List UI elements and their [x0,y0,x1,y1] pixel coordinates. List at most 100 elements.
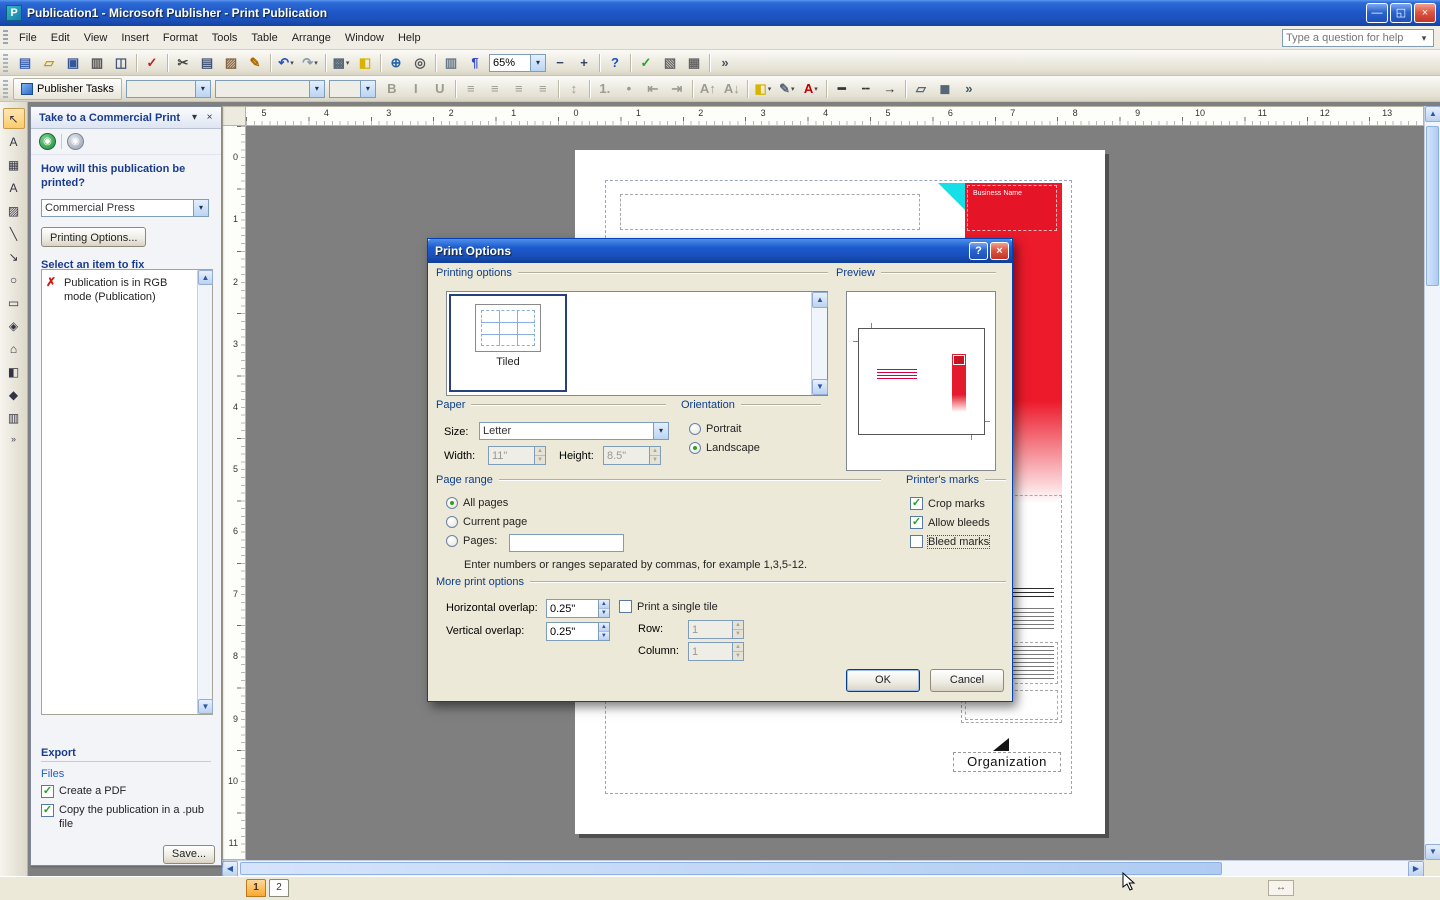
zoom-dropdown-icon[interactable]: ▾ [531,54,546,72]
unchecked-checkbox-icon[interactable]: ✓ [619,600,632,613]
close-button[interactable]: × [1414,3,1436,23]
toolbar-grip[interactable] [3,54,8,72]
menu-view[interactable]: View [77,29,115,47]
task-pane-title-bar[interactable]: Take to a Commercial Print ▾ × [31,107,221,129]
align-right-icon[interactable]: ≡ [508,79,530,99]
pages-input[interactable] [509,534,624,552]
radio-icon[interactable] [446,516,458,528]
shadow-style-icon[interactable]: ▱ [910,79,932,99]
pages-field[interactable] [509,534,624,552]
dash-style-icon[interactable]: ╌ [855,79,877,99]
list-scrollbar[interactable]: ▲ ▼ [811,292,827,395]
scroll-down-icon[interactable]: ▼ [812,379,828,395]
chevron-down-icon[interactable]: ▾ [290,59,294,67]
chevron-down-icon[interactable]: ▾ [361,80,376,98]
autoshapes-tool[interactable]: ◈ [3,315,25,336]
help-icon[interactable]: ? [604,53,626,73]
line-spacing-icon[interactable]: ↕ [563,79,585,99]
save-button[interactable]: Save... [163,845,215,864]
dialog-help-icon[interactable]: ? [969,242,988,260]
scroll-down-icon[interactable]: ▼ [1425,844,1440,860]
scroll-up-icon[interactable]: ▲ [1425,106,1440,122]
menu-arrange[interactable]: Arrange [285,29,338,47]
radio-selected-icon[interactable] [689,442,701,454]
paste-icon[interactable]: ▨ [220,53,242,73]
allow-bleeds-checkbox[interactable]: ✓ Allow bleeds [910,516,990,529]
undo-icon[interactable]: ↶▾ [275,53,297,73]
zoom-input[interactable] [489,54,531,72]
rectangle-tool[interactable]: ▭ [3,292,25,313]
v-overlap-field[interactable]: ▲▼ [546,622,610,641]
h-overlap-field[interactable]: ▲▼ [546,599,610,618]
print-icon[interactable]: ▥ [86,53,108,73]
chevron-down-icon[interactable]: ▾ [768,85,772,93]
scroll-down-icon[interactable]: ▼ [198,699,213,714]
horizontal-scrollbar[interactable]: ◀ ▶ [222,860,1424,876]
increase-font-size-icon[interactable]: A↑ [697,79,719,99]
vertical-scrollbar[interactable]: ▲ ▼ [1424,106,1440,860]
zoom-out-icon[interactable]: − [549,53,571,73]
task-pane-close-icon[interactable]: × [202,112,217,123]
toolbar-grip[interactable] [3,80,8,98]
chevron-down-icon[interactable]: ▾ [791,85,795,93]
chevron-down-icon[interactable]: ▾ [814,85,818,93]
organization-name-box[interactable]: Organization [953,752,1061,772]
align-left-icon[interactable]: ≡ [460,79,482,99]
page-tab-1[interactable]: 1 [246,879,266,897]
scroll-right-icon[interactable]: ▶ [1408,861,1424,877]
zoom-in-icon[interactable]: + [573,53,595,73]
font-color-icon[interactable]: A▾ [800,79,822,99]
oval-tool[interactable]: ○ [3,269,25,290]
menu-table[interactable]: Table [244,29,284,47]
graphics-manager-icon[interactable]: ▧ [659,53,681,73]
text-box-tool[interactable]: A [3,131,25,152]
back-button[interactable]: ◉ [39,133,56,150]
redo-icon[interactable]: ↷▾ [299,53,321,73]
printing-options-button[interactable]: Printing Options... [41,227,146,247]
scroll-left-icon[interactable]: ◀ [222,861,238,877]
help-search-input[interactable] [1283,31,1417,45]
columns-icon[interactable]: ▥ [440,53,462,73]
new-document-icon[interactable]: ▤ [14,53,36,73]
open-icon[interactable]: ▱ [38,53,60,73]
line-tool[interactable]: ╲ [3,223,25,244]
pack-and-go-icon[interactable]: ▦ [683,53,705,73]
menu-help[interactable]: Help [391,29,428,47]
single-tile-checkbox[interactable]: ✓ Print a single tile [619,600,718,613]
fill-color-icon[interactable]: ◧ [354,53,376,73]
crop-marks-checkbox[interactable]: ✓ Crop marks [910,497,985,510]
content-library-tool[interactable]: ▥ [3,407,25,428]
fix-items-list[interactable]: ✗ Publication is in RGB mode (Publicatio… [41,269,213,715]
tiled-option[interactable]: Tiled [449,294,567,392]
arrow-tool[interactable]: ↘ [3,246,25,267]
insert-hyperlink-icon[interactable]: ⊕ [385,53,407,73]
menu-tools[interactable]: Tools [205,29,245,47]
numbering-icon[interactable]: 1. [594,79,616,99]
radio-icon[interactable] [446,535,458,547]
bleed-marks-checkbox[interactable]: ✓ Bleed marks [910,535,989,548]
create-pdf-option[interactable]: ✓ Create a PDF [41,785,211,799]
checked-checkbox-icon[interactable]: ✓ [910,497,923,510]
hot-spot-tool[interactable]: ⌂ [3,338,25,359]
decrease-indent-icon[interactable]: ⇤ [642,79,664,99]
decrease-font-size-icon[interactable]: A↓ [721,79,743,99]
unchecked-checkbox-icon[interactable]: ✓ [910,535,923,548]
landscape-radio[interactable]: Landscape [689,442,760,454]
checked-checkbox-icon[interactable]: ✓ [910,516,923,529]
3d-style-icon[interactable]: ◼ [934,79,956,99]
print-preview-icon[interactable]: ◫ [110,53,132,73]
paper-size-combo[interactable]: Letter ▾ [479,422,669,440]
underline-icon[interactable]: U [429,79,451,99]
fix-list-scrollbar[interactable]: ▲ ▼ [197,270,212,714]
menu-format[interactable]: Format [156,29,205,47]
justify-icon[interactable]: ≡ [532,79,554,99]
special-characters-icon[interactable]: ¶ [464,53,486,73]
h-overlap-spinner[interactable]: ▲▼ [599,599,610,618]
checked-checkbox-icon[interactable]: ✓ [41,804,54,817]
restore-button[interactable]: ◱ [1390,3,1412,23]
chevron-down-icon[interactable]: ▾ [314,59,318,67]
spelling-icon[interactable]: ✓ [141,53,163,73]
list-item[interactable]: ✗ Publication is in RGB mode (Publicatio… [42,270,212,305]
align-center-icon[interactable]: ≡ [484,79,506,99]
zoom-selected-objects-icon[interactable]: ◎ [409,53,431,73]
